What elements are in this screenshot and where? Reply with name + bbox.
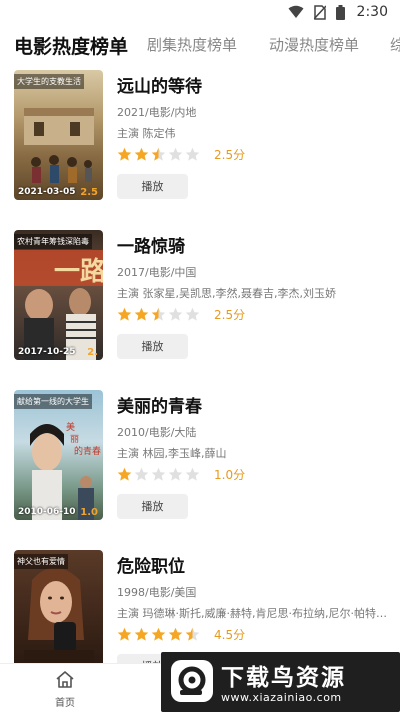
star-icon xyxy=(168,307,183,321)
watermark-logo xyxy=(171,660,213,702)
star-icon xyxy=(151,147,166,161)
poster-score: 2.5 xyxy=(80,187,98,198)
site-watermark: 下载鸟资源 www.xiazainiao.com xyxy=(161,652,400,712)
movie-meta: 2010/电影/大陆 xyxy=(117,426,197,439)
star-icon xyxy=(134,627,149,641)
star-icon xyxy=(185,627,200,641)
movie-poster[interactable]: 一路 农村青年筹钱深陷毒 2017-10-25 2. xyxy=(14,230,103,360)
star-icon xyxy=(151,307,166,321)
rating-score: 1.0分 xyxy=(214,468,246,482)
poster-date: 2017-10-25 xyxy=(18,347,76,357)
tab-series-ranking[interactable]: 剧集热度榜单 xyxy=(147,34,237,55)
star-icon xyxy=(117,147,132,161)
star-icon xyxy=(117,467,132,481)
star-rating: 4.5分 xyxy=(117,626,245,643)
movie-poster[interactable]: 大学生的支教生活 2021-03-05 2.5 xyxy=(14,70,103,200)
tab-movie-ranking[interactable]: 电影热度榜单 xyxy=(14,32,128,59)
star-rating: 2.5分 xyxy=(117,146,245,163)
movie-cast: 主演 陈定伟 xyxy=(117,127,176,140)
tab-variety-ranking[interactable]: 综 xyxy=(390,34,400,55)
movie-title[interactable]: 一路惊骑 xyxy=(117,232,185,257)
status-bar: 2:30 xyxy=(0,0,400,24)
movie-title[interactable]: 危险职位 xyxy=(117,552,185,577)
play-button[interactable]: 播放 xyxy=(117,174,188,199)
nav-home-label: 首页 xyxy=(55,698,75,709)
poster-tag: 献给第一线的大学生 xyxy=(14,394,92,409)
home-icon xyxy=(56,671,74,688)
movie-meta: 1998/电影/美国 xyxy=(117,586,197,599)
movie-meta: 2017/电影/中国 xyxy=(117,266,197,279)
poster-tag: 农村青年筹钱深陷毒 xyxy=(14,234,92,249)
star-icon xyxy=(134,147,149,161)
poster-date: 2010-06-10 xyxy=(18,507,76,517)
tab-anime-ranking[interactable]: 动漫热度榜单 xyxy=(269,34,359,55)
movie-title[interactable]: 美丽的青春 xyxy=(117,392,202,417)
star-icon xyxy=(168,147,183,161)
watermark-title: 下载鸟资源 xyxy=(221,665,346,691)
movie-cast: 主演 林园,李玉峰,薛山 xyxy=(117,447,227,460)
status-time: 2:30 xyxy=(356,4,388,20)
svg-text:的青春: 的青春 xyxy=(74,445,101,457)
poster-art: 一路 xyxy=(14,250,103,360)
star-rating: 1.0分 xyxy=(117,466,245,483)
category-tabs: 电影热度榜单 剧集热度榜单 动漫热度榜单 综 xyxy=(0,24,400,66)
poster-tag: 大学生的支教生活 xyxy=(14,74,84,89)
play-button[interactable]: 播放 xyxy=(117,334,188,359)
rating-score: 2.5分 xyxy=(214,308,246,322)
poster-score: 1.0 xyxy=(80,507,98,518)
movie-title[interactable]: 远山的等待 xyxy=(117,72,202,97)
movie-poster[interactable]: 神父也有爱情 xyxy=(14,550,103,680)
poster-art: 美 丽 的青春 xyxy=(30,421,101,520)
star-icon xyxy=(168,627,183,641)
svg-text:丽: 丽 xyxy=(70,434,79,445)
star-icon xyxy=(151,467,166,481)
star-icon xyxy=(134,467,149,481)
poster-art xyxy=(24,108,94,183)
star-icon xyxy=(134,307,149,321)
poster-art xyxy=(24,567,94,680)
poster-score: 2. xyxy=(87,347,98,358)
watermark-url: www.xiazainiao.com xyxy=(221,691,342,704)
star-icon xyxy=(185,467,200,481)
poster-date: 2021-03-05 xyxy=(18,187,76,197)
star-icon xyxy=(117,307,132,321)
no-sim-icon xyxy=(313,4,326,20)
movie-item[interactable]: 一路 农村青年筹钱深陷毒 2017-10-25 2. 一路惊骑 2017/电影/… xyxy=(0,230,400,390)
rating-score: 4.5分 xyxy=(214,628,246,642)
movie-meta: 2021/电影/内地 xyxy=(117,106,197,119)
movie-cast: 主演 张家星,吴凯思,李然,聂春吉,李杰,刘玉娇 xyxy=(117,287,336,300)
movie-cast: 主演 玛德琳·斯托,威廉·赫特,肯尼思·布拉纳,尼尔·帕特里... xyxy=(117,607,387,620)
star-icon xyxy=(168,467,183,481)
star-icon xyxy=(185,307,200,321)
wifi-icon xyxy=(288,5,304,18)
play-button[interactable]: 播放 xyxy=(117,494,188,519)
movie-item[interactable]: 美 丽 的青春 献给第一线的大学生 2010-06-10 1.0 美丽的青春 2… xyxy=(0,390,400,550)
svg-text:一路: 一路 xyxy=(54,256,103,287)
rating-score: 2.5分 xyxy=(214,148,246,162)
star-rating: 2.5分 xyxy=(117,306,245,323)
svg-text:美: 美 xyxy=(66,421,75,433)
movie-poster[interactable]: 美 丽 的青春 献给第一线的大学生 2010-06-10 1.0 xyxy=(14,390,103,520)
movie-item[interactable]: 大学生的支教生活 2021-03-05 2.5 远山的等待 2021/电影/内地… xyxy=(0,70,400,230)
poster-tag: 神父也有爱情 xyxy=(14,554,68,569)
battery-icon xyxy=(335,4,345,20)
star-icon xyxy=(185,147,200,161)
star-icon xyxy=(117,627,132,641)
nav-home[interactable]: 首页 xyxy=(45,670,85,709)
star-icon xyxy=(151,627,166,641)
